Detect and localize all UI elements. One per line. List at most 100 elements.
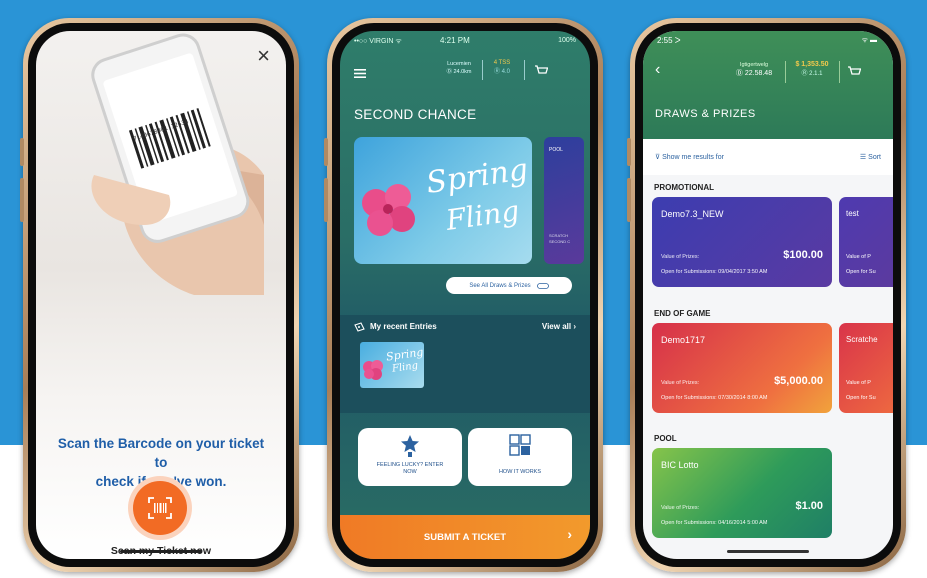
card-open-label: Open for Su: [846, 269, 876, 275]
chevron-right-icon: ›: [567, 526, 572, 542]
card-open-date: 09/04/2017 3:50 AM: [718, 269, 768, 275]
pool-card-foot1: SCRATCH: [549, 233, 569, 238]
recent-entries-section: My recent Entries View all › Spring Flin…: [340, 315, 590, 413]
phone-scan-ticket: 7140678901 12634 × Scan the Barcode on y…: [20, 18, 299, 572]
header-divider: [524, 60, 525, 80]
sort-button[interactable]: ☰ Sort: [860, 153, 881, 161]
phone-side-button: [627, 138, 631, 166]
prize-card-eog-main[interactable]: Demo1717 Value of Prizes: $5,000.00 Open…: [652, 323, 832, 413]
prize-card-pool-main[interactable]: BIC Lotto Value of Prizes: $1.00 Open fo…: [652, 448, 832, 538]
scan-ticket-button[interactable]: [133, 481, 187, 535]
barcode-scan-icon: [148, 497, 172, 519]
card-open: Open for Submissions: 09/04/2017 3:50 AM: [661, 269, 767, 275]
header-stat-1: Lucemien Ⓓ 24.0km: [442, 61, 476, 75]
view-all-label: View all: [541, 322, 572, 331]
sort-label: Sort: [868, 154, 881, 161]
recent-entry-thumbnail[interactable]: Spring Fling: [360, 342, 424, 388]
card-open: Open for Submissions: 04/16/2014 5:00 AM: [661, 520, 767, 526]
card-open-label: Open for Submissions:: [661, 269, 717, 275]
app-header: 2:55 ᐳ ᯤ ▬ ‹ Igtigertwelg Ⓓ 22.58.48 $ 1…: [643, 31, 893, 139]
submit-ticket-label: SUBMIT A TICKET: [423, 531, 507, 543]
header-stat-1: Igtigertwelg Ⓓ 22.58.48: [727, 62, 781, 78]
phone-side-button: [20, 178, 24, 222]
header-divider: [839, 61, 840, 83]
status-carrier: ••○○ VIRGIN ᯤ: [354, 38, 402, 45]
filter-icon: ⊽: [655, 154, 661, 161]
card-value-label: Value of Prizes:: [661, 254, 700, 260]
menu-icon[interactable]: [354, 69, 366, 78]
filter-button[interactable]: ⊽ Show me results for: [655, 153, 724, 161]
cart-icon[interactable]: [847, 66, 861, 78]
ticket-icon: [354, 322, 365, 332]
featured-draw-card[interactable]: Spring Fling: [354, 137, 532, 264]
page-title: DRAWS & PRIZES: [655, 108, 756, 120]
scan-screen: 7140678901 12634 × Scan the Barcode on y…: [36, 31, 286, 559]
filter-label: Show me results for: [662, 154, 724, 161]
phone-side-button: [324, 138, 328, 166]
cart-icon[interactable]: [534, 65, 548, 77]
card-value-label: Value of P: [846, 254, 871, 260]
how-it-works-caption: HOW IT WORKS: [498, 469, 542, 475]
status-time: 2:55 ᐳ: [657, 36, 681, 45]
status-right: ᯤ ▬: [861, 37, 877, 44]
header-stat-1-value: Ⓓ 24.0km: [446, 69, 472, 75]
card-open-date: 04/16/2014 5:00 AM: [718, 520, 768, 526]
prize-card-promo-main[interactable]: Demo7.3_NEW Value of Prizes: $100.00 Ope…: [652, 197, 832, 287]
view-all-link[interactable]: View all ›: [542, 322, 576, 331]
hand-holding-phone-image: [91, 33, 264, 295]
feeling-lucky-tile[interactable]: FEELING LUCKY? ENTER NOW: [358, 428, 462, 486]
card-open-label: Open for Submissions:: [661, 520, 717, 526]
pool-card-foot2: SECOND C: [549, 239, 571, 244]
recent-entries-title: My recent Entries: [370, 322, 437, 331]
card-name: test: [846, 209, 859, 218]
how-it-works-tile[interactable]: HOW IT WORKS: [468, 428, 572, 486]
second-chance-screen: ••○○ VIRGIN ᯤ 4:21 PM 100% Lucemien Ⓓ 24…: [340, 31, 590, 559]
card-open-label: Open for Su: [846, 395, 876, 401]
submit-ticket-button[interactable]: SUBMIT A TICKET ›: [340, 515, 590, 559]
card-amount: $5,000.00: [774, 375, 823, 387]
app-header: Lucemien Ⓓ 24.0km 4 TSS Ⓡ 4.0: [340, 59, 590, 87]
draws-prizes-screen: 2:55 ᐳ ᯤ ▬ ‹ Igtigertwelg Ⓓ 22.58.48 $ 1…: [643, 31, 893, 559]
header-stat-2: $ 1,353.50 Ⓡ 2.1.1: [789, 61, 835, 77]
prize-card-eog-side[interactable]: Scratche Value of P Open for Su: [839, 323, 893, 413]
home-indicator: [120, 550, 202, 553]
feeling-lucky-line2: NOW: [403, 469, 417, 475]
status-bar: ••○○ VIRGIN ᯤ 4:21 PM 100%: [340, 36, 590, 49]
chevron-right-icon: ›: [573, 322, 576, 331]
filter-bar: ⊽ Show me results for ☰ Sort: [643, 139, 893, 175]
card-value-label: Value of Prizes:: [661, 380, 700, 386]
card-value-label: Value of Prizes:: [661, 505, 700, 511]
header-stat-1-value: Ⓓ 22.58.48: [735, 70, 773, 77]
card-open-label: Open for Submissions:: [661, 395, 717, 401]
section-title: SECOND CHANCE: [354, 107, 477, 122]
feeling-lucky-caption: FEELING LUCKY? ENTER NOW: [358, 462, 462, 476]
back-icon[interactable]: ‹: [655, 61, 660, 79]
card-open: Open for Submissions: 07/30/2014 8:00 AM: [661, 395, 767, 401]
phone-second-chance: ••○○ VIRGIN ᯤ 4:21 PM 100% Lucemien Ⓓ 24…: [324, 18, 603, 572]
status-battery: 100%: [558, 37, 576, 44]
section-heading-end-of-game: END OF GAME: [654, 309, 711, 318]
section-heading-pool: POOL: [654, 434, 677, 443]
header-divider: [482, 60, 483, 80]
pool-draw-card[interactable]: POOL SCRATCH SECOND C: [544, 137, 584, 264]
home-indicator: [727, 550, 809, 553]
pool-card-label: POOL: [549, 147, 563, 153]
prize-card-promo-side[interactable]: test Value of P Open for Su: [839, 197, 893, 287]
lucky-star-icon: [401, 435, 419, 457]
close-icon[interactable]: ×: [257, 45, 270, 67]
header-divider: [785, 61, 786, 83]
card-name: Scratche: [846, 335, 878, 344]
card-name: Demo7.3_NEW: [661, 209, 724, 219]
header-stat-2-sub: Ⓡ 2.1.1: [801, 71, 823, 77]
header-stat-2: 4 TSS Ⓡ 4.0: [488, 60, 516, 75]
section-heading-promotional: PROMOTIONAL: [654, 183, 714, 192]
header-stat-2-sub: Ⓡ 4.0: [493, 69, 510, 75]
see-all-draws-button[interactable]: See All Draws & Prizes: [446, 277, 572, 294]
see-all-label: See All Draws & Prizes: [469, 282, 531, 289]
phone-side-button: [627, 178, 631, 222]
scan-instruction-line1: Scan the Barcode on your ticket to: [57, 436, 265, 470]
toggle-icon: [536, 282, 549, 289]
how-it-works-icon: [509, 434, 531, 456]
card-amount: $1.00: [795, 500, 823, 512]
phone-side-button: [324, 178, 328, 222]
